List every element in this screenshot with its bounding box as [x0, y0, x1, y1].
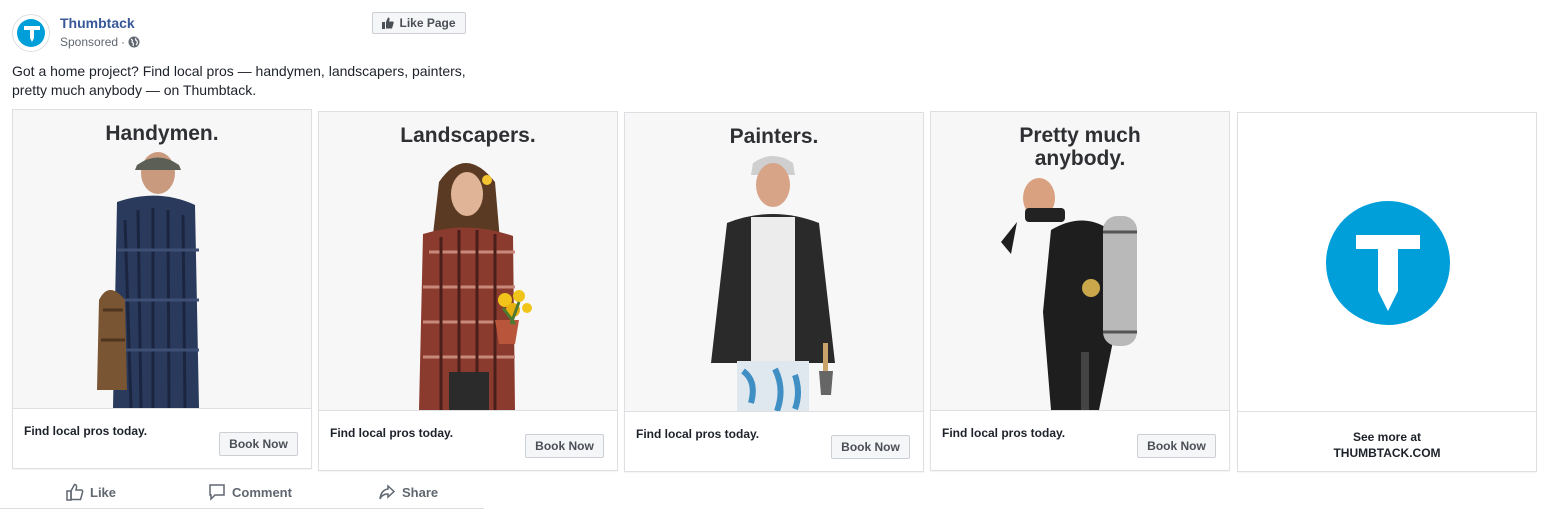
card-cta-text: Find local pros today.: [24, 424, 148, 438]
post-text-line-2: pretty much anybody — on Thumbtack.: [12, 82, 257, 98]
post-header: Thumbtack Sponsored · Like Page: [12, 12, 472, 52]
globe-icon[interactable]: [128, 36, 140, 48]
book-now-button[interactable]: Book Now: [219, 432, 298, 456]
thumbs-up-icon: [382, 17, 395, 29]
post-action-bar: Like Comment Share: [12, 476, 482, 508]
page-avatar[interactable]: [12, 14, 50, 52]
like-page-label: Like Page: [399, 16, 456, 30]
carousel-end-card[interactable]: See more at THUMBTACK.COM: [1237, 112, 1537, 472]
handyman-photo-icon: [97, 152, 199, 408]
carousel-card-anybody[interactable]: Pretty much anybody. Find local pros tod…: [930, 111, 1230, 471]
landscaper-photo-icon: [419, 163, 532, 410]
share-arrow-icon: [379, 484, 396, 500]
carousel-card-painters[interactable]: Painters. Find local pros today. Book No…: [624, 112, 924, 472]
carousel-card-landscapers[interactable]: Landscapers. Find local pros today. Book…: [318, 111, 618, 471]
thumbtack-logo-large-icon: [1326, 201, 1450, 325]
card-cta-text: Find local pros today.: [942, 426, 1066, 440]
post-text-line-1: Got a home project? Find local pros — ha…: [12, 63, 466, 79]
painter-photo-icon: [711, 156, 835, 411]
card-cta-text: Find local pros today.: [330, 426, 454, 440]
like-page-button[interactable]: Like Page: [372, 12, 466, 34]
card-image-handymen[interactable]: Handymen.: [13, 110, 311, 409]
post-text: Got a home project? Find local pros — ha…: [12, 62, 492, 100]
card-image-painters[interactable]: Painters.: [625, 113, 923, 412]
book-now-button[interactable]: Book Now: [1137, 434, 1216, 458]
divider: [0, 508, 484, 509]
like-button[interactable]: Like: [66, 480, 116, 504]
sponsored-text[interactable]: Sponsored: [60, 35, 118, 49]
thumbs-up-outline-icon: [66, 483, 84, 501]
separator-dot: ·: [121, 35, 126, 49]
carousel-card-handymen[interactable]: Handymen. Find local pros today. Book No…: [12, 109, 312, 469]
card-cta-text: Find local pros today.: [636, 427, 760, 441]
sponsored-label: Sponsored ·: [60, 35, 140, 49]
end-card-image[interactable]: [1238, 113, 1536, 412]
comment-button[interactable]: Comment: [208, 480, 292, 504]
share-button[interactable]: Share: [378, 480, 438, 504]
see-more-link[interactable]: See more at THUMBTACK.COM: [1238, 429, 1536, 461]
book-now-button[interactable]: Book Now: [525, 434, 604, 458]
thumbtack-t-icon: [24, 26, 40, 42]
page-name-link[interactable]: Thumbtack: [60, 15, 135, 31]
card-image-landscapers[interactable]: Landscapers.: [319, 112, 617, 411]
like-label: Like: [90, 484, 117, 500]
share-label: Share: [402, 484, 439, 500]
diver-photo-icon: [1001, 178, 1137, 410]
comment-label: Comment: [232, 484, 292, 500]
book-now-button[interactable]: Book Now: [831, 435, 910, 459]
comment-icon: [209, 484, 225, 501]
card-image-anybody[interactable]: Pretty much anybody.: [931, 112, 1229, 411]
